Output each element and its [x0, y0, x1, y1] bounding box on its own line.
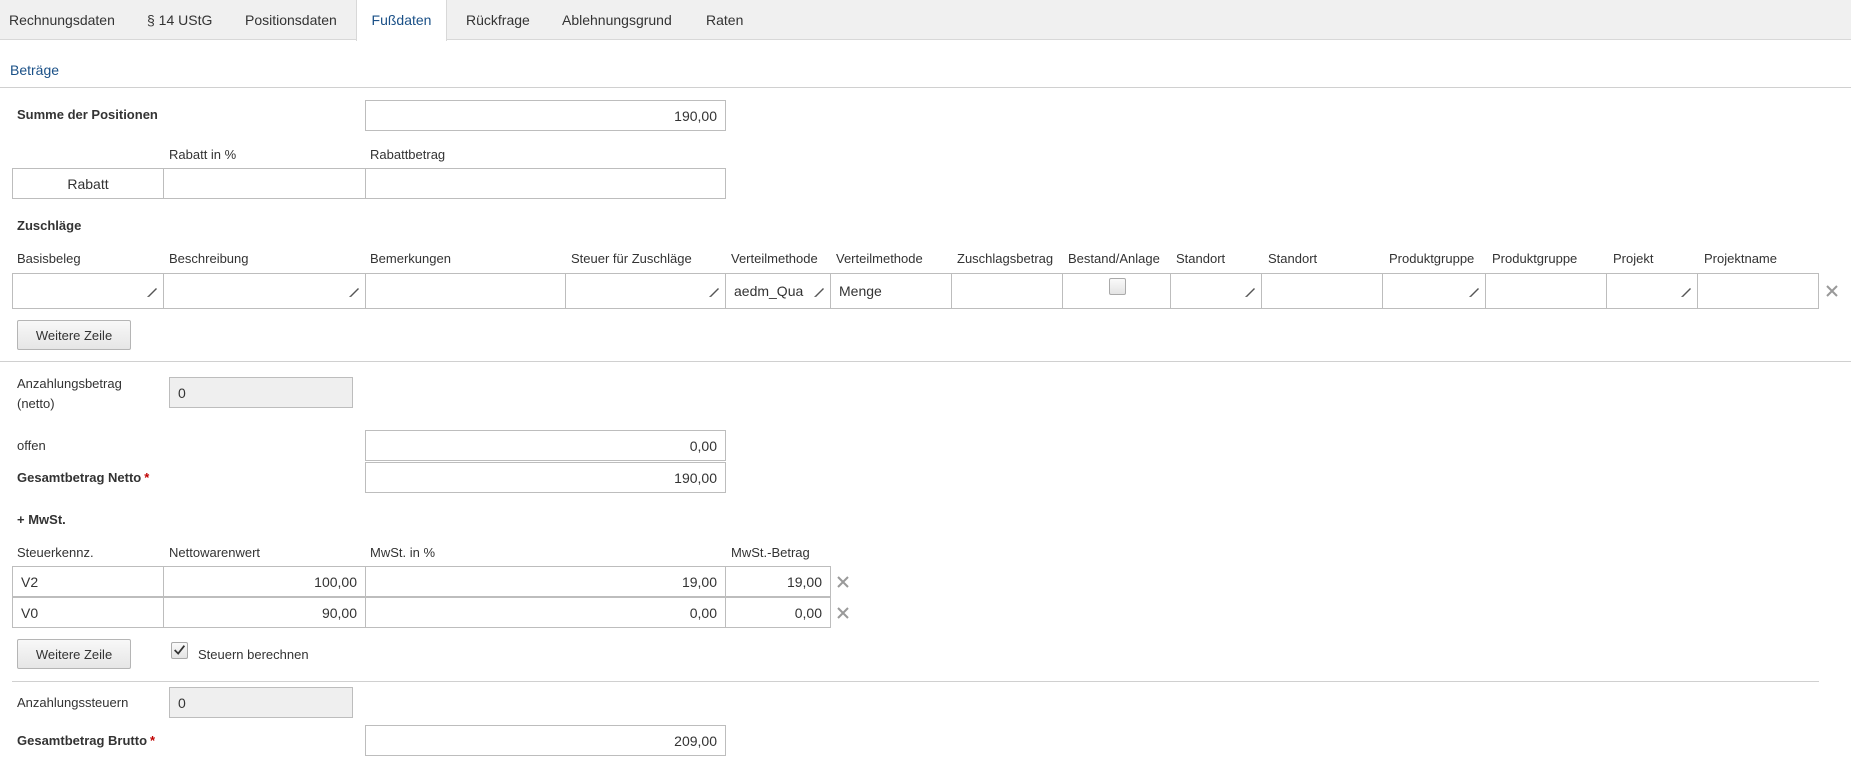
zuschlag-header-bemerkungen: Bemerkungen [370, 251, 451, 266]
rabatt-percent-header: Rabatt in % [169, 147, 237, 162]
anzahlungssteuern-label: Anzahlungssteuern [17, 695, 129, 710]
zuschlag-standort-name-field [1261, 273, 1383, 309]
pencil-icon[interactable] [813, 286, 825, 298]
mwst-header-nettowarenwert: Nettowarenwert [169, 545, 261, 560]
close-icon[interactable] [1825, 284, 1839, 298]
brutto-field[interactable]: 209,00 [365, 725, 726, 756]
tab-bar: Rechnungsdaten § 14 UStG Positionsdaten … [0, 0, 1851, 41]
tab-ablehnungsgrund[interactable]: Ablehnungsgrund [562, 0, 672, 40]
zuschlag-header-bestand: Bestand/Anlage [1068, 251, 1160, 266]
zuschlag-header-projekt: Projekt [1613, 251, 1654, 266]
zuschlag-header-standort-code: Standort [1176, 251, 1226, 266]
anzahlung-field: 0 [169, 377, 353, 408]
pencil-icon[interactable] [1680, 286, 1692, 298]
zuschlag-verteilmethode-code-value: aedm_Qua [734, 283, 804, 299]
zuschlag-projektname-field [1697, 273, 1819, 309]
zuschlag-header-verteilmethode-name: Verteilmethode [836, 251, 923, 266]
zuschlag-header-basisbeleg: Basisbeleg [17, 251, 81, 266]
pencil-icon[interactable] [1244, 286, 1256, 298]
divider [0, 361, 1851, 362]
mwst-header-betrag: MwSt.-Betrag [731, 545, 810, 560]
zuschlag-header-produktgruppe-code: Produktgruppe [1389, 251, 1475, 266]
rabatt-amount-header: Rabattbetrag [370, 147, 446, 162]
section-title-betraege: Beträge [10, 62, 60, 78]
netto-field[interactable]: 190,00 [365, 462, 726, 493]
required-mark: * [144, 470, 150, 485]
zuschlag-verteilmethode-name-field: Menge [830, 273, 952, 309]
tab-ustg[interactable]: § 14 UStG [147, 0, 212, 40]
close-icon[interactable] [836, 575, 850, 589]
zuschlag-produktgruppe-name-field [1485, 273, 1607, 309]
steuern-berechnen-label: Steuern berechnen [198, 647, 309, 662]
zuschlag-steuer-input[interactable] [565, 273, 726, 309]
mwst-row-percent[interactable]: 19,00 [365, 566, 726, 597]
checkmark-icon [174, 645, 186, 655]
divider [0, 87, 1851, 88]
anzahlungssteuern-field: 0 [169, 687, 353, 718]
anzahlung-label: Anzahlungsbetrag (netto) [17, 376, 122, 411]
summe-field[interactable]: 190,00 [365, 100, 726, 131]
bestand-anlage-checkbox[interactable] [1109, 278, 1126, 295]
tab-fussdaten[interactable]: Fußdaten [356, 0, 447, 41]
zuschlag-header-beschreibung: Beschreibung [169, 251, 249, 266]
pencil-icon[interactable] [1468, 286, 1480, 298]
close-icon[interactable] [836, 606, 850, 620]
zuschlag-standort-code-input[interactable] [1170, 273, 1262, 309]
pencil-icon[interactable] [348, 286, 360, 298]
zuschlag-produktgruppe-code-input[interactable] [1382, 273, 1486, 309]
mwst-row-netto[interactable]: 90,00 [163, 597, 366, 628]
rabatt-label-text: Rabatt [67, 175, 109, 192]
mwst-row-betrag[interactable]: 19,00 [725, 566, 831, 597]
zuschlag-header-produktgruppe-name: Produktgruppe [1492, 251, 1578, 266]
zuschlag-header-steuer: Steuer für Zuschläge [571, 251, 692, 266]
zuschlag-beschreibung-input[interactable] [163, 273, 366, 309]
offen-label: offen [17, 438, 46, 453]
rabatt-amount-input[interactable] [365, 168, 726, 199]
mwst-row-percent[interactable]: 0,00 [365, 597, 726, 628]
mwst-row-betrag[interactable]: 0,00 [725, 597, 831, 628]
pencil-icon[interactable] [146, 286, 158, 298]
zuschlag-bemerkungen-input[interactable] [365, 273, 566, 309]
brutto-label: Gesamtbetrag Brutto * [17, 733, 155, 748]
section-title-zuschlaege: Zuschläge [17, 218, 82, 233]
zuschlag-projekt-input[interactable] [1606, 273, 1698, 309]
mwst-row-code[interactable]: V0 [12, 597, 164, 628]
brutto-label-text: Gesamtbetrag Brutto [17, 733, 148, 748]
tab-rueckfrage[interactable]: Rückfrage [466, 0, 530, 40]
zuschlag-bestand-cell [1062, 273, 1171, 309]
steuern-berechnen-checkbox[interactable] [171, 642, 188, 659]
mwst-row-code[interactable]: V2 [12, 566, 164, 597]
pencil-icon[interactable] [708, 286, 720, 298]
mwst-add-row-button[interactable]: Weitere Zeile [17, 639, 131, 669]
summe-label: Summe der Positionen [17, 107, 158, 122]
rabatt-row-label: Rabatt [12, 168, 164, 199]
zuschlag-betrag-input[interactable] [951, 273, 1063, 309]
zuschlag-header-projektname: Projektname [1704, 251, 1777, 266]
rabatt-percent-input[interactable] [163, 168, 366, 199]
zuschlag-header-standort-name: Standort [1268, 251, 1318, 266]
divider [12, 681, 1819, 682]
tab-positionsdaten[interactable]: Positionsdaten [245, 0, 337, 40]
zuschlag-basisbeleg-input[interactable] [12, 273, 164, 309]
mwst-header-percent: MwSt. in % [370, 545, 436, 560]
zuschlag-add-row-button[interactable]: Weitere Zeile [17, 320, 131, 350]
mwst-header-steuerkennz: Steuerkennz. [17, 545, 94, 560]
zuschlag-header-zuschlagsbetrag: Zuschlagsbetrag [957, 251, 1054, 266]
zuschlag-verteilmethode-code-input[interactable]: aedm_Qua [725, 273, 831, 309]
offen-field: 0,00 [365, 430, 726, 461]
zuschlag-header-verteilmethode-code: Verteilmethode [731, 251, 818, 266]
tab-raten[interactable]: Raten [706, 0, 743, 40]
section-title-mwst: + MwSt. [17, 512, 66, 527]
netto-label: Gesamtbetrag Netto * [17, 470, 149, 485]
mwst-row-netto[interactable]: 100,00 [163, 566, 366, 597]
netto-label-text: Gesamtbetrag Netto [17, 470, 142, 485]
tab-rechnungsdaten[interactable]: Rechnungsdaten [9, 0, 115, 40]
required-mark: * [150, 733, 156, 748]
